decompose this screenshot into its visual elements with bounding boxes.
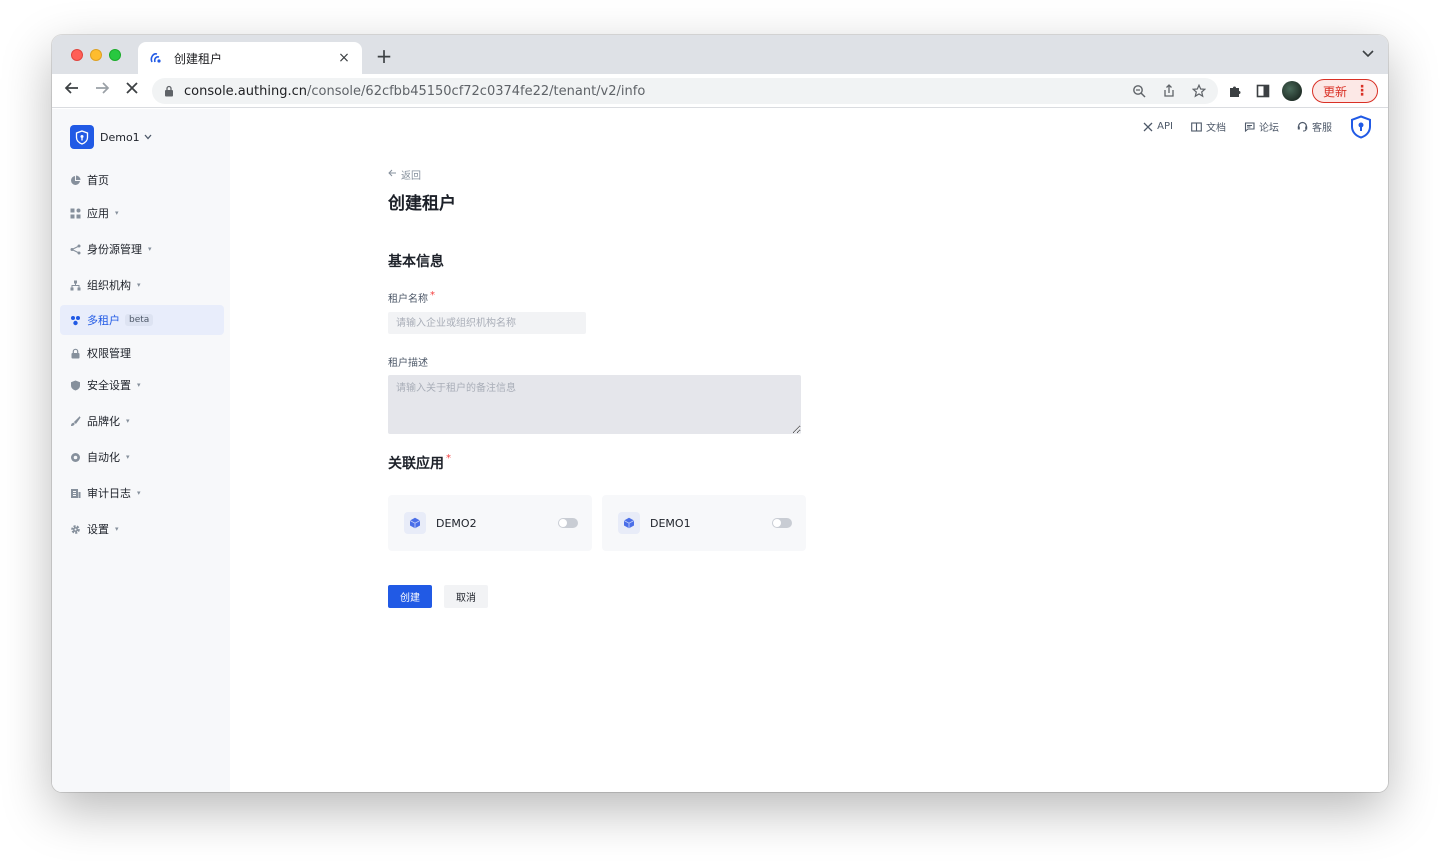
header-link-api[interactable]: API [1142,121,1173,132]
sidebar-item-identity-sources[interactable]: 身份源管理 ▾ [60,234,224,264]
required-mark: * [446,453,451,464]
chevron-down-icon: ▾ [126,453,130,461]
chevron-down-icon: ▾ [126,417,130,425]
org-shield-logo-icon [70,125,94,149]
header-links: API 文档 论坛 客服 [1142,119,1332,134]
brush-icon [69,415,81,427]
sidebar-item-apps[interactable]: 应用 ▾ [60,198,224,228]
back-link[interactable]: 返回 [388,167,421,182]
app-card-demo1[interactable]: DEMO1 [602,495,806,551]
page-title: 创建租户 [388,194,456,214]
tab-close-icon[interactable]: × [336,50,352,66]
authing-favicon-icon [148,50,164,66]
update-button[interactable]: 更新 ⋮ [1311,79,1378,103]
pie-chart-icon [69,174,81,186]
authing-shield-icon[interactable] [1350,115,1372,139]
shield-icon [69,379,81,391]
chevron-down-icon: ▾ [115,209,119,217]
tenant-name-input[interactable] [388,312,586,334]
tenant-description-textarea[interactable] [388,375,801,434]
window-minimize-button[interactable] [90,49,102,61]
required-mark: * [430,290,435,301]
lock-icon[interactable] [162,84,176,98]
tenant-icon [69,314,81,326]
url-text[interactable]: console.authing.cn/console/62cfbb45150cf… [184,84,645,99]
sidebar-item-branding[interactable]: 品牌化 ▾ [60,406,224,436]
header-link-docs[interactable]: 文档 [1191,119,1226,134]
section-basic-info: 基本信息 [388,254,444,270]
chevron-down-icon: ▾ [137,381,141,389]
forum-icon [1244,121,1255,132]
bookmark-star-icon[interactable] [1190,82,1208,100]
browser-toolbar: console.authing.cn/console/62cfbb45150cf… [52,74,1388,108]
tenant-description-label: 租户描述 [388,358,428,369]
new-tab-button[interactable]: + [372,44,396,68]
chevron-down-icon: ▾ [115,525,119,533]
tab-title: 创建租户 [174,51,223,66]
window-close-button[interactable] [71,49,83,61]
side-panel-icon[interactable] [1254,82,1272,100]
browser-window: 创建租户 × + console.authing.cn/console/62cf… [52,35,1388,792]
sidebar-item-permissions[interactable]: 权限管理 [60,338,224,368]
app-name: DEMO2 [436,516,477,530]
cube-icon [404,512,426,534]
app-toggle-switch[interactable] [772,518,792,528]
header-link-forum[interactable]: 论坛 [1244,119,1279,134]
cube-icon [618,512,640,534]
more-vert-icon: ⋮ [1355,83,1369,99]
header-link-support[interactable]: 客服 [1297,119,1332,134]
cancel-button[interactable]: 取消 [444,585,488,608]
api-icon [1142,121,1153,132]
chevron-down-icon [144,133,152,142]
profile-avatar[interactable] [1281,81,1302,101]
share-icon[interactable] [1160,82,1178,100]
chevron-down-icon: ▾ [137,281,141,289]
sidebar-item-automation[interactable]: 自动化 ▾ [60,442,224,472]
org-switcher[interactable]: Demo1 [70,125,152,149]
window-zoom-button[interactable] [109,49,121,61]
sidebar-item-home[interactable]: 首页 [60,165,224,195]
app-card-demo2[interactable]: DEMO2 [388,495,592,551]
main-content: 返回 创建租户 基本信息 租户名称* 租户描述 关联应用* DEMO2 DEMO… [388,109,1088,792]
sidebar-item-audit-log[interactable]: 审计日志 ▾ [60,478,224,508]
tenant-name-label: 租户名称 * [388,290,435,305]
forward-arrow-icon[interactable] [90,80,114,102]
arrow-left-icon [388,169,397,180]
stop-loading-icon[interactable] [120,80,144,102]
section-linked-apps: 关联应用 * [388,453,451,472]
lock-icon [69,347,81,359]
sidebar: Demo1 首页 应用 ▾ 身份源管理 ▾ 组织机构 ▾ 多租户 beta 权限… [52,109,230,792]
create-button[interactable]: 创建 [388,585,432,608]
back-arrow-icon[interactable] [60,80,84,102]
share-nodes-icon [69,243,81,255]
sidebar-item-multi-tenant[interactable]: 多租户 beta [60,305,224,335]
sidebar-item-settings[interactable]: 设置 ▾ [60,514,224,544]
beta-badge: beta [125,314,154,326]
app-name: DEMO1 [650,516,691,530]
gear-icon [69,523,81,535]
book-icon [1191,121,1202,132]
browser-tab[interactable]: 创建租户 × [138,42,362,74]
tab-search-chevron-icon[interactable] [1362,47,1374,61]
app-area: Demo1 首页 应用 ▾ 身份源管理 ▾ 组织机构 ▾ 多租户 beta 权限… [52,109,1388,792]
sidebar-item-organization[interactable]: 组织机构 ▾ [60,270,224,300]
log-list-icon [69,487,81,499]
org-tree-icon [69,279,81,291]
automation-icon [69,451,81,463]
sidebar-item-security[interactable]: 安全设置 ▾ [60,370,224,400]
org-name: Demo1 [100,130,140,144]
extensions-puzzle-icon[interactable] [1226,82,1244,100]
zoom-icon[interactable] [1130,82,1148,100]
headset-icon [1297,121,1308,132]
tab-strip: 创建租户 × + [52,35,1388,74]
address-bar[interactable]: console.authing.cn/console/62cfbb45150cf… [152,78,1218,104]
chevron-down-icon: ▾ [148,245,152,253]
app-toggle-switch[interactable] [558,518,578,528]
chevron-down-icon: ▾ [137,489,141,497]
apps-grid-icon [69,207,81,219]
